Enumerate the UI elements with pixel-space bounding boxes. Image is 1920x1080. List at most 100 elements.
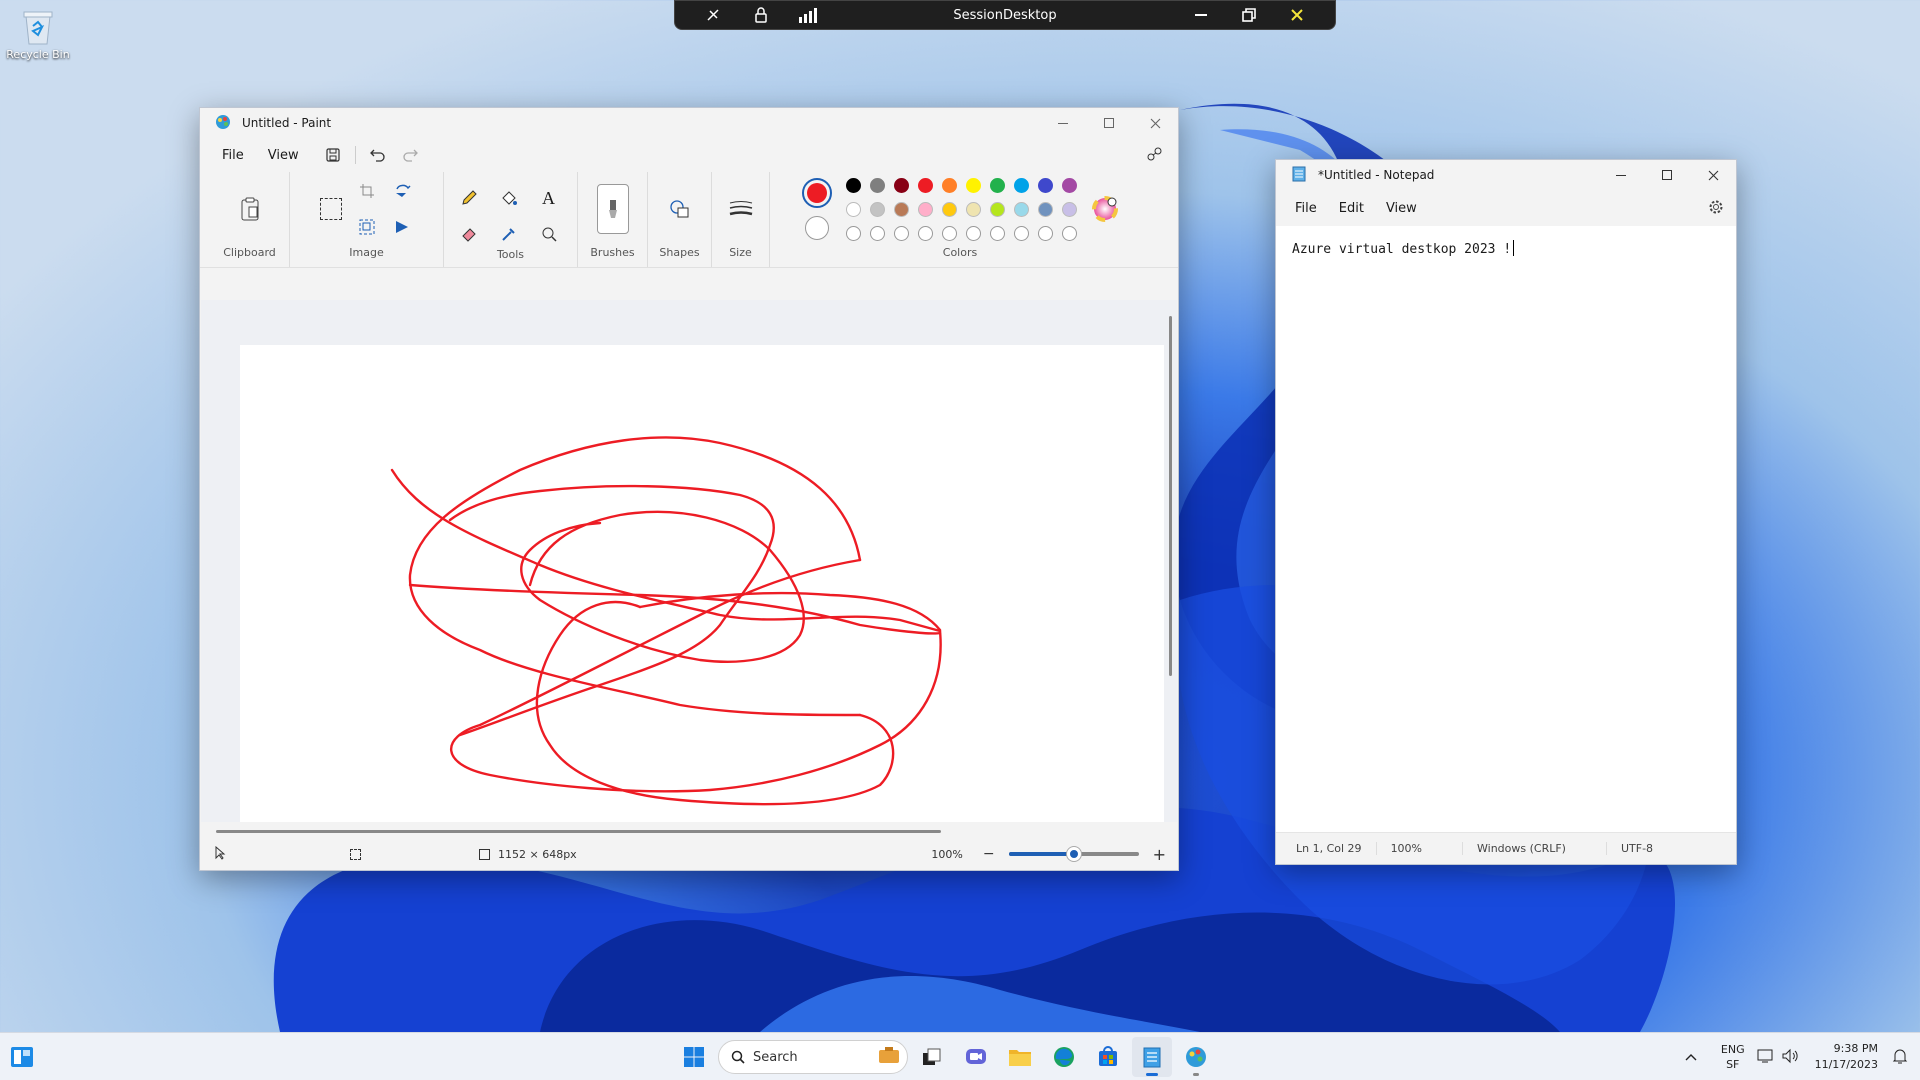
palette-color-row2-9[interactable] [1037, 201, 1053, 217]
paint-close-button[interactable] [1132, 108, 1178, 138]
canvas-area [201, 300, 1177, 822]
custom-color-slot-2[interactable] [869, 225, 885, 241]
connection-quality-button[interactable] [785, 0, 833, 30]
resize-button[interactable] [353, 213, 381, 241]
custom-color-slot-8[interactable] [1013, 225, 1029, 241]
chat-icon [966, 1049, 986, 1064]
palette-color-row2-4[interactable] [917, 201, 933, 217]
color-picker-tool[interactable] [495, 220, 523, 248]
palette-color-row2-8[interactable] [1013, 201, 1029, 217]
start-button[interactable] [674, 1037, 714, 1077]
secondary-color[interactable] [804, 216, 829, 240]
custom-color-slot-1[interactable] [845, 225, 861, 241]
palette-color-row1-8[interactable] [1013, 177, 1029, 193]
palette-color-row2-6[interactable] [965, 201, 981, 217]
notepad-text-area[interactable]: Azure virtual destkop 2023 ! [1276, 226, 1736, 826]
palette-color-row1-3[interactable] [893, 177, 909, 193]
paint-menu-view[interactable]: View [258, 144, 309, 167]
signal-bars-icon [799, 8, 817, 23]
file-explorer-button[interactable] [1000, 1037, 1040, 1077]
zoom-slider[interactable] [1008, 847, 1139, 861]
zoom-slider-thumb[interactable] [1066, 847, 1081, 861]
palette-color-row1-7[interactable] [989, 177, 1005, 193]
paint-titlebar[interactable]: Untitled - Paint [200, 108, 1178, 138]
notifications-button[interactable] [1892, 1047, 1908, 1068]
notepad-minimize-button[interactable] [1598, 160, 1644, 190]
recycle-bin-shortcut[interactable]: Recycle Bin [6, 8, 70, 61]
canvas-vertical-scrollbar[interactable] [1169, 316, 1172, 676]
session-restore-button[interactable] [1225, 0, 1273, 30]
custom-color-slot-5[interactable] [941, 225, 957, 241]
palette-color-row2-5[interactable] [941, 201, 957, 217]
palette-color-row1-2[interactable] [869, 177, 885, 193]
task-view-button[interactable] [912, 1037, 952, 1077]
session-close-button[interactable] [1273, 0, 1321, 30]
palette-color-row2-1[interactable] [845, 201, 861, 217]
zoom-out-button[interactable]: − [983, 846, 995, 862]
paste-button[interactable] [236, 184, 264, 234]
palette-color-row2-7[interactable] [989, 201, 1005, 217]
custom-color-slot-6[interactable] [965, 225, 981, 241]
custom-color-slot-4[interactable] [917, 225, 933, 241]
eraser-tool[interactable] [455, 220, 483, 248]
share-button[interactable] [1140, 141, 1168, 169]
redo-button[interactable] [396, 141, 424, 169]
palette-color-row1-10[interactable] [1061, 177, 1077, 193]
fill-tool[interactable] [495, 184, 523, 212]
show-hidden-icons-button[interactable] [1685, 1051, 1697, 1064]
pencil-tool[interactable] [455, 184, 483, 212]
brushes-button[interactable] [596, 184, 629, 234]
palette-color-row1-4[interactable] [917, 177, 933, 193]
notepad-titlebar[interactable]: *Untitled - Notepad [1276, 160, 1736, 190]
palette-color-row1-9[interactable] [1037, 177, 1053, 193]
notepad-menu-file[interactable]: File [1284, 197, 1328, 220]
widgets-button[interactable] [2, 1037, 42, 1077]
notepad-menu-edit[interactable]: Edit [1328, 197, 1375, 220]
select-button[interactable] [317, 184, 345, 234]
paint-taskbar-button[interactable] [1176, 1037, 1216, 1077]
taskbar-search-box[interactable]: Search [718, 1040, 908, 1074]
flip-button[interactable] [389, 213, 417, 241]
store-button[interactable] [1088, 1037, 1128, 1077]
lock-button[interactable] [737, 0, 785, 30]
volume-icon[interactable] [1781, 1048, 1799, 1067]
paint-minimize-button[interactable] [1040, 108, 1086, 138]
notepad-close-button[interactable] [1690, 160, 1736, 190]
session-minimize-button[interactable] [1177, 0, 1225, 30]
paint-menu-file[interactable]: File [212, 144, 254, 167]
primary-color[interactable] [801, 178, 832, 208]
rotate-button[interactable] [389, 177, 417, 205]
custom-color-slot-3[interactable] [893, 225, 909, 241]
network-icon[interactable] [1757, 1048, 1775, 1067]
palette-color-row2-10[interactable] [1061, 201, 1077, 217]
undo-button[interactable] [364, 141, 392, 169]
clock[interactable]: 9:38 PM 11/17/2023 [1815, 1041, 1878, 1073]
save-button[interactable] [319, 141, 347, 169]
shapes-button[interactable] [666, 184, 694, 234]
palette-color-row1-1[interactable] [845, 177, 861, 193]
zoom-in-button[interactable]: + [1153, 845, 1166, 864]
settings-button[interactable] [1708, 199, 1724, 218]
size-button[interactable] [727, 184, 755, 234]
custom-color-slot-7[interactable] [989, 225, 1005, 241]
palette-color-row1-6[interactable] [965, 177, 981, 193]
palette-color-row2-2[interactable] [869, 201, 885, 217]
notepad-maximize-button[interactable] [1644, 160, 1690, 190]
text-tool[interactable]: A [535, 184, 563, 212]
palette-color-row1-5[interactable] [941, 177, 957, 193]
paint-maximize-button[interactable] [1086, 108, 1132, 138]
custom-color-slot-10[interactable] [1061, 225, 1077, 241]
edit-colors-button[interactable] [1091, 195, 1119, 223]
magnifier-tool[interactable] [535, 220, 563, 248]
palette-color-row2-3[interactable] [893, 201, 909, 217]
notepad-menu-view[interactable]: View [1375, 197, 1428, 220]
canvas-horizontal-scrollbar[interactable] [216, 830, 941, 833]
crop-button[interactable] [353, 177, 381, 205]
notepad-taskbar-button[interactable] [1132, 1037, 1172, 1077]
unpin-button[interactable] [689, 0, 737, 30]
teams-chat-button[interactable] [956, 1037, 996, 1077]
custom-color-slot-9[interactable] [1037, 225, 1053, 241]
language-indicator[interactable]: ENG SF [1721, 1042, 1745, 1072]
drawing-canvas[interactable] [240, 345, 1164, 822]
edge-button[interactable] [1044, 1037, 1084, 1077]
